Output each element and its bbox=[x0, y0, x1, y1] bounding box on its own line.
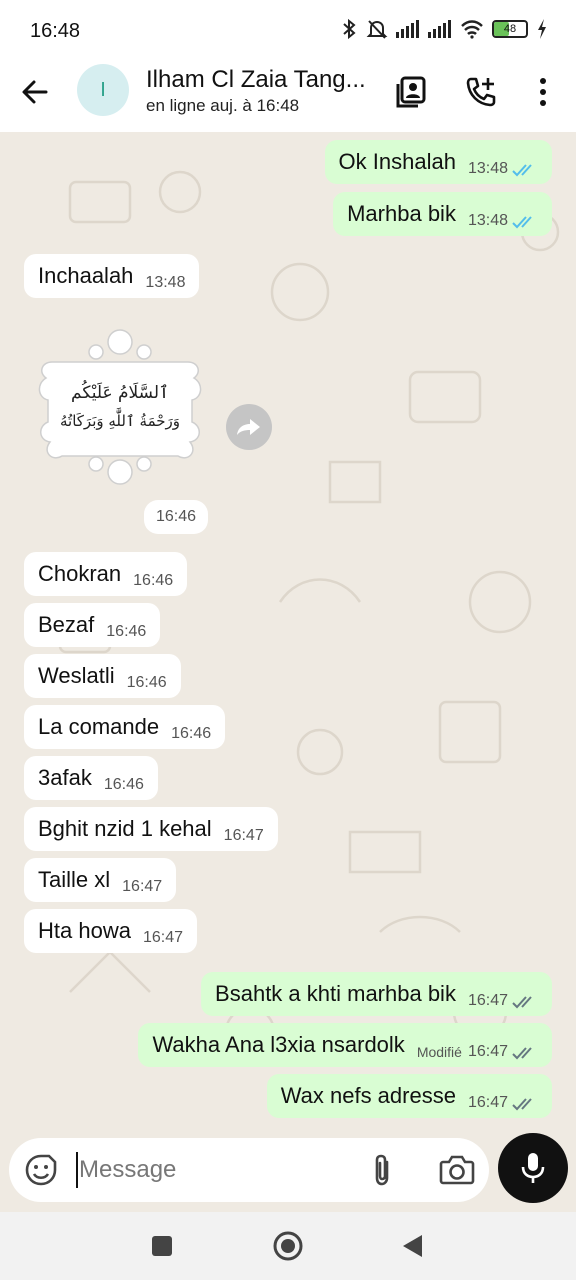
edited-label: Modifié bbox=[416, 1044, 462, 1060]
add-call-button[interactable] bbox=[461, 72, 501, 112]
more-vert-icon bbox=[540, 78, 546, 106]
emoji-icon bbox=[25, 1154, 57, 1186]
more-options-button[interactable] bbox=[523, 72, 563, 112]
incoming-message[interactable]: Weslatli 16:46 bbox=[24, 654, 181, 698]
sticker-line-2: وَرَحْمَةُ ٱللَّٰهِ وَبَرَكَاتُهُ bbox=[60, 408, 180, 430]
voice-message-button[interactable] bbox=[498, 1133, 568, 1203]
text-caret bbox=[76, 1152, 78, 1188]
message-text: Taille xl bbox=[38, 867, 111, 892]
battery-level: 48 bbox=[503, 23, 517, 35]
incoming-message[interactable]: 3afak 16:46 bbox=[24, 756, 158, 800]
message-text: Inchaalah bbox=[38, 263, 134, 288]
read-ticks-icon bbox=[512, 164, 532, 177]
message-time: 16:46 bbox=[171, 725, 212, 742]
incoming-message[interactable]: Taille xl 16:47 bbox=[24, 858, 177, 902]
signal-icon bbox=[396, 20, 419, 38]
back-nav-button[interactable] bbox=[392, 1226, 432, 1266]
message-input[interactable] bbox=[79, 1148, 359, 1192]
emoji-button[interactable] bbox=[23, 1152, 59, 1188]
sticker-time: 16:46 bbox=[144, 500, 209, 534]
message-text: 3afak bbox=[38, 765, 92, 790]
battery-icon: 48 bbox=[492, 20, 528, 38]
notifications-off-icon bbox=[366, 20, 388, 39]
back-triangle-icon bbox=[403, 1235, 422, 1257]
charging-icon bbox=[538, 19, 546, 39]
message-time: 16:46 bbox=[103, 776, 144, 793]
message-text: Chokran bbox=[38, 561, 122, 586]
status-icons: 48 bbox=[340, 18, 548, 40]
incoming-message[interactable]: Hta howa 16:47 bbox=[24, 909, 197, 953]
avatar[interactable]: I bbox=[77, 64, 129, 116]
status-time: 16:48 bbox=[30, 20, 81, 42]
back-arrow-icon bbox=[22, 80, 48, 104]
status-bar: 16:48 48 bbox=[0, 0, 576, 60]
camera-icon bbox=[439, 1155, 475, 1185]
sticker-line-1: ٱلسَّلَامُ عَلَيْكُم bbox=[71, 380, 169, 403]
salam-sticker[interactable]: ٱلسَّلَامُ عَلَيْكُم وَرَحْمَةُ ٱللَّٰهِ… bbox=[32, 322, 208, 494]
message-time: 16:47 bbox=[467, 992, 508, 1009]
forward-icon bbox=[237, 419, 260, 435]
add-call-icon bbox=[466, 77, 496, 107]
message-time: 16:47 bbox=[467, 1094, 508, 1111]
message-time: 16:47 bbox=[142, 929, 183, 946]
system-nav-bar bbox=[0, 1212, 576, 1280]
chat-area[interactable]: Ok Inshalah 13:48 Marhba bik 13:48 Incha… bbox=[0, 132, 576, 1132]
message-time: 13:48 bbox=[145, 274, 186, 291]
message-time: 16:47 bbox=[122, 878, 163, 895]
back-button[interactable] bbox=[16, 72, 56, 112]
attach-icon bbox=[375, 1154, 389, 1186]
home-button[interactable] bbox=[268, 1226, 308, 1266]
message-time: 13:48 bbox=[467, 160, 508, 177]
message-time: 16:47 bbox=[223, 827, 264, 844]
incoming-message[interactable]: Chokran 16:46 bbox=[24, 552, 188, 596]
home-circle-icon bbox=[273, 1231, 303, 1261]
message-time: 16:46 bbox=[126, 674, 167, 691]
outgoing-message[interactable]: Marhba bik 13:48 bbox=[333, 192, 552, 236]
message-time: 16:47 bbox=[467, 1043, 508, 1060]
message-text: Marhba bik bbox=[347, 201, 456, 226]
message-text: Bezaf bbox=[38, 612, 95, 637]
mic-icon bbox=[521, 1153, 545, 1183]
message-text: Weslatli bbox=[38, 663, 115, 688]
read-ticks-icon bbox=[512, 216, 532, 229]
message-text: Wakha Ana l3xia nsardolk bbox=[152, 1032, 405, 1057]
contact-card-button[interactable] bbox=[391, 72, 431, 112]
signal-icon bbox=[428, 20, 451, 38]
bluetooth-icon bbox=[343, 18, 356, 40]
incoming-message[interactable]: La comande 16:46 bbox=[24, 705, 226, 749]
recents-square-icon bbox=[152, 1236, 172, 1256]
incoming-message[interactable]: Bezaf 16:46 bbox=[24, 603, 161, 647]
chat-header: I Ilham Cl Zaia Tang... en ligne auj. à … bbox=[0, 60, 576, 132]
outgoing-message[interactable]: Wakha Ana l3xia nsardolk Modifié 16:47 bbox=[138, 1023, 552, 1067]
message-time: 16:46 bbox=[133, 572, 174, 589]
delivered-ticks-icon bbox=[512, 1047, 532, 1060]
message-text: Ok Inshalah bbox=[338, 149, 456, 174]
message-text: Bghit nzid 1 kehal bbox=[38, 816, 212, 841]
delivered-ticks-icon bbox=[512, 996, 532, 1009]
message-text: Hta howa bbox=[38, 918, 131, 943]
incoming-message[interactable]: Bghit nzid 1 kehal 16:47 bbox=[24, 807, 278, 851]
camera-button[interactable] bbox=[437, 1152, 477, 1188]
message-time: 16:46 bbox=[106, 623, 147, 640]
attach-button[interactable] bbox=[365, 1152, 401, 1188]
incoming-message[interactable]: Inchaalah 13:48 bbox=[24, 254, 200, 298]
message-text: Bsahtk a khti marhba bik bbox=[215, 981, 456, 1006]
wifi-icon bbox=[461, 20, 483, 39]
message-time: 13:48 bbox=[467, 212, 508, 229]
outgoing-message[interactable]: Wax nefs adresse 16:47 bbox=[266, 1074, 552, 1118]
message-text: Wax nefs adresse bbox=[280, 1083, 456, 1108]
contact-card-icon bbox=[396, 76, 426, 108]
delivered-ticks-icon bbox=[512, 1098, 532, 1111]
message-text: La comande bbox=[38, 714, 160, 739]
outgoing-message[interactable]: Ok Inshalah 13:48 bbox=[324, 140, 552, 184]
contact-status: en ligne auj. à 16:48 bbox=[146, 96, 300, 115]
recents-button[interactable] bbox=[142, 1226, 182, 1266]
forward-button[interactable] bbox=[226, 404, 272, 450]
outgoing-message[interactable]: Bsahtk a khti marhba bik 16:47 bbox=[201, 972, 552, 1016]
contact-name[interactable]: Ilham Cl Zaia Tang... bbox=[146, 66, 386, 94]
message-composer bbox=[9, 1138, 489, 1202]
